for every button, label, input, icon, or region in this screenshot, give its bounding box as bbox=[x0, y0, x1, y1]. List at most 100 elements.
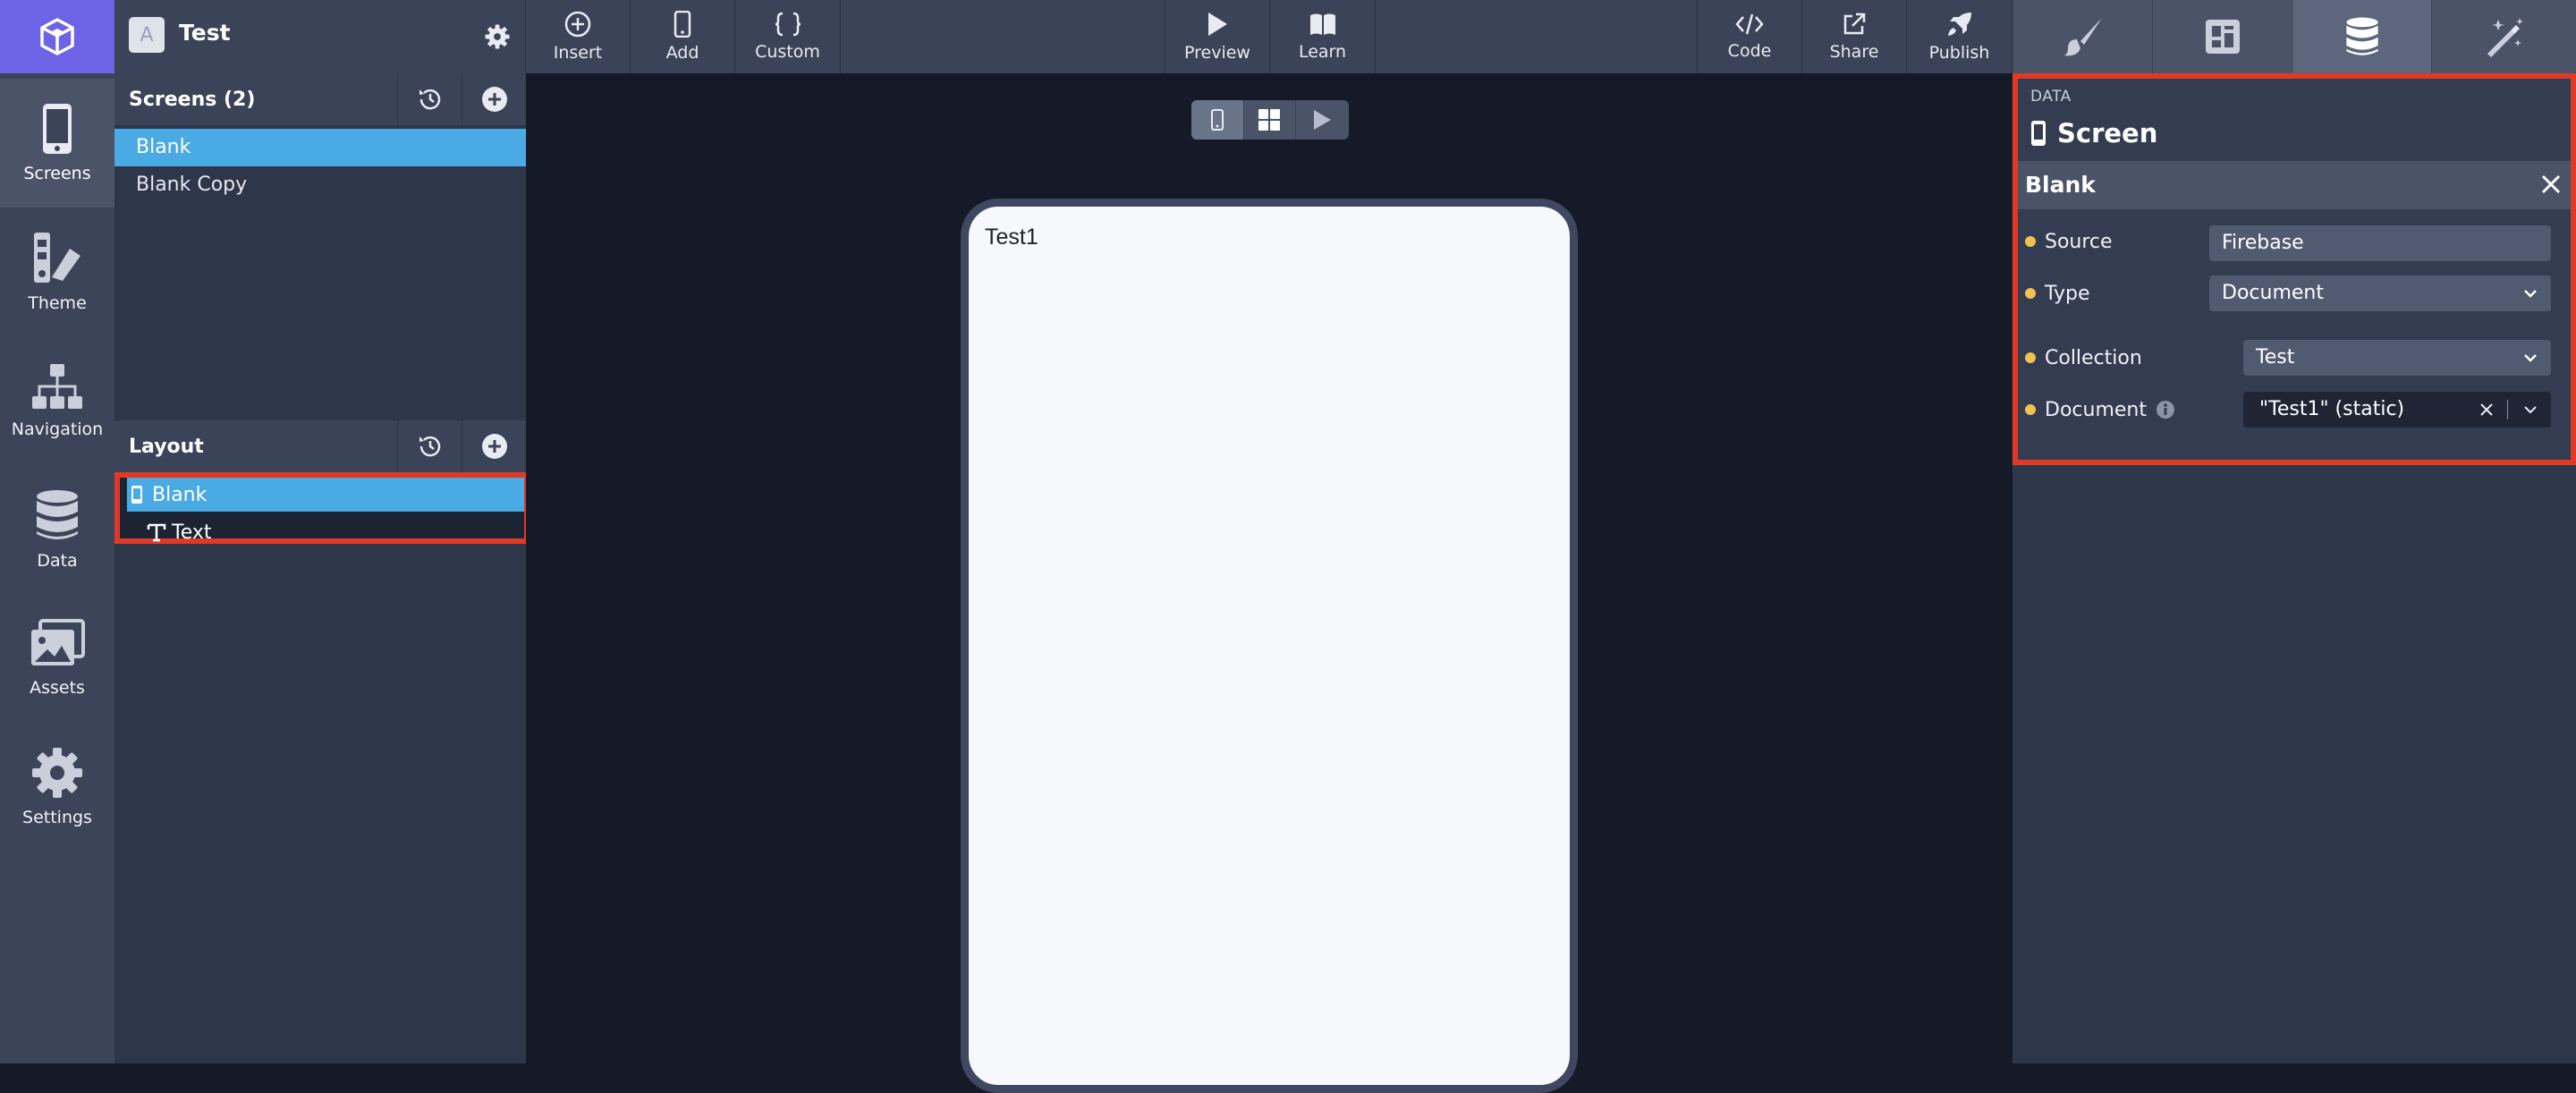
rail-item-data[interactable]: Data bbox=[0, 465, 114, 594]
layout-tree-highlight: Blank Text bbox=[114, 472, 530, 544]
rail-label-data: Data bbox=[37, 551, 78, 571]
insert-button[interactable]: Insert bbox=[526, 0, 631, 73]
screens-header: Screens (2) bbox=[114, 73, 526, 125]
add-screen-button[interactable] bbox=[462, 73, 526, 125]
required-dot bbox=[2025, 404, 2036, 415]
info-icon[interactable] bbox=[2156, 400, 2175, 419]
rail-label-theme: Theme bbox=[28, 293, 87, 313]
project-settings-gear-icon[interactable] bbox=[485, 24, 510, 49]
add-layout-button[interactable] bbox=[462, 420, 526, 472]
share-label: Share bbox=[1829, 42, 1879, 62]
screen-name: Blank bbox=[2025, 172, 2096, 198]
layout-item-blank[interactable]: Blank bbox=[127, 478, 524, 512]
required-dot bbox=[2025, 236, 2036, 247]
phone-view-button[interactable] bbox=[1191, 100, 1244, 140]
learn-button[interactable]: Learn bbox=[1270, 0, 1376, 73]
view-mode-toggle bbox=[1191, 100, 1349, 140]
braces-icon bbox=[775, 12, 801, 37]
layout-item-text[interactable]: Text bbox=[127, 515, 524, 549]
collection-row: Collection bbox=[2025, 340, 2142, 376]
layout-item-label: Text bbox=[172, 521, 212, 544]
type-row: Type bbox=[2025, 275, 2090, 311]
project-avatar[interactable]: A bbox=[129, 17, 165, 53]
app-logo[interactable] bbox=[0, 0, 114, 73]
chevron-down-icon bbox=[2524, 354, 2537, 362]
close-icon[interactable] bbox=[2540, 174, 2562, 195]
clear-icon[interactable] bbox=[2479, 402, 2494, 417]
layout-history-button[interactable] bbox=[397, 420, 462, 472]
rail-item-screens[interactable]: Screens bbox=[0, 79, 114, 208]
screens-history-button[interactable] bbox=[397, 73, 462, 125]
document-row: Document bbox=[2025, 392, 2175, 428]
palette-icon bbox=[34, 233, 80, 283]
sitemap-icon bbox=[32, 364, 82, 409]
code-icon bbox=[1735, 13, 1764, 35]
publish-label: Publish bbox=[1928, 43, 1990, 63]
source-row: Source bbox=[2025, 224, 2113, 259]
code-label: Code bbox=[1727, 41, 1772, 61]
type-select[interactable]: Document bbox=[2209, 275, 2551, 311]
document-value: "Test1" (static) bbox=[2259, 398, 2405, 420]
book-icon bbox=[1309, 13, 1335, 35]
add-button[interactable]: Add bbox=[631, 0, 735, 73]
left-rail: Screens Theme Navigation Data Assets Set… bbox=[0, 0, 114, 1063]
screen-item-blank-copy[interactable]: Blank Copy bbox=[114, 166, 526, 204]
rail-label-assets: Assets bbox=[30, 678, 85, 698]
cube-logo-icon bbox=[40, 18, 74, 55]
play-icon bbox=[1314, 110, 1332, 130]
type-value: Document bbox=[2222, 282, 2324, 304]
phone-preview[interactable]: Test1 bbox=[961, 199, 1578, 1093]
custom-button[interactable]: Custom bbox=[735, 0, 841, 73]
play-view-button[interactable] bbox=[1296, 100, 1349, 140]
learn-label: Learn bbox=[1298, 42, 1347, 62]
publish-button[interactable]: Publish bbox=[1907, 0, 2012, 73]
document-select[interactable]: "Test1" (static) bbox=[2243, 392, 2551, 428]
share-button[interactable]: Share bbox=[1802, 0, 1907, 73]
grid-view-button[interactable] bbox=[1244, 100, 1297, 140]
grid-icon bbox=[1258, 109, 1281, 131]
document-label: Document bbox=[2045, 398, 2147, 421]
layout-header: Layout bbox=[114, 420, 526, 472]
rail-item-navigation[interactable]: Navigation bbox=[0, 336, 114, 465]
rail-item-settings[interactable]: Settings bbox=[0, 723, 114, 852]
required-dot bbox=[2025, 352, 2036, 363]
properties-panel: DATA Screen Blank Source Firebase Type D… bbox=[2012, 73, 2576, 1063]
tab-actions[interactable] bbox=[2431, 0, 2576, 73]
layout-item-label: Blank bbox=[152, 483, 208, 506]
rail-label-screens: Screens bbox=[23, 164, 91, 183]
magic-wand-icon bbox=[2487, 18, 2523, 57]
select-divider bbox=[2507, 400, 2508, 419]
preview-button[interactable]: Preview bbox=[1165, 0, 1270, 73]
source-field[interactable]: Firebase bbox=[2209, 225, 2551, 261]
collection-select[interactable]: Test bbox=[2243, 340, 2551, 376]
tab-style[interactable] bbox=[2012, 0, 2152, 73]
rail-item-theme[interactable]: Theme bbox=[0, 208, 114, 336]
phone-icon bbox=[2031, 121, 2046, 146]
tab-layout[interactable] bbox=[2152, 0, 2292, 73]
chevron-down-icon bbox=[2524, 290, 2537, 298]
collection-label: Collection bbox=[2045, 346, 2142, 369]
rail-item-assets[interactable]: Assets bbox=[0, 594, 114, 723]
custom-label: Custom bbox=[755, 42, 820, 62]
screen-name-bar: Blank bbox=[2018, 161, 2571, 209]
play-icon bbox=[1208, 13, 1227, 36]
text-icon bbox=[147, 523, 166, 542]
database-icon bbox=[37, 490, 78, 539]
project-header: A Test bbox=[114, 0, 526, 73]
gear-icon bbox=[32, 748, 82, 798]
screen-item-blank[interactable]: Blank bbox=[114, 129, 526, 166]
tab-data[interactable] bbox=[2292, 0, 2431, 73]
plus-circle-filled-icon bbox=[481, 87, 507, 112]
rail-label-navigation: Navigation bbox=[11, 419, 104, 439]
chevron-down-icon[interactable] bbox=[2522, 402, 2538, 417]
code-button[interactable]: Code bbox=[1697, 0, 1802, 73]
phone-text-element[interactable]: Test1 bbox=[985, 225, 1038, 250]
screens-sidebar: Screens (2) Blank Blank Copy Layout Blan… bbox=[114, 73, 530, 1063]
project-title: Test bbox=[179, 20, 231, 46]
history-icon bbox=[419, 89, 440, 110]
design-canvas[interactable]: Test1 bbox=[526, 73, 2012, 1093]
data-panel-highlight: DATA Screen Blank Source Firebase Type D… bbox=[2012, 73, 2576, 465]
required-dot bbox=[2025, 288, 2036, 299]
type-label: Type bbox=[2045, 282, 2090, 305]
rail-label-settings: Settings bbox=[22, 808, 92, 827]
